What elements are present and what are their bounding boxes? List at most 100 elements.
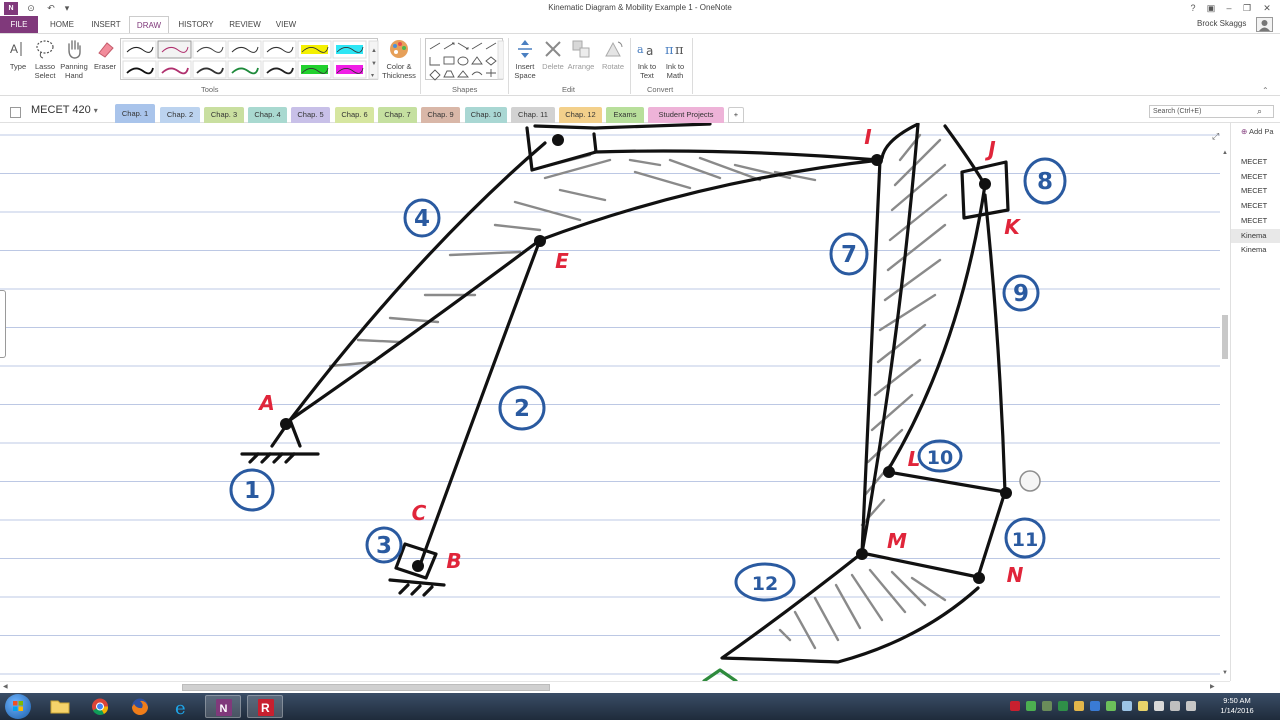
- search-input[interactable]: Search (Ctrl+E): [1149, 105, 1274, 118]
- section-tab[interactable]: Chap. 10: [465, 107, 507, 123]
- page-list-item[interactable]: MECET: [1231, 155, 1280, 169]
- user-name[interactable]: Brock Skaggs: [1197, 19, 1246, 28]
- section-tab[interactable]: Student Projects: [648, 107, 724, 123]
- type-button[interactable]: A Type: [3, 38, 33, 71]
- taskbar-onenote[interactable]: N: [205, 695, 241, 718]
- search-icon[interactable]: ⌕: [1257, 106, 1262, 117]
- section-tab[interactable]: Chap. 4: [248, 107, 287, 123]
- taskbar-chrome[interactable]: [82, 695, 118, 718]
- tab-draw[interactable]: DRAW: [129, 16, 169, 33]
- add-page-button[interactable]: ⊕ Add Pa: [1231, 127, 1280, 141]
- tab-home[interactable]: HOME: [44, 16, 80, 33]
- tray-app-icon[interactable]: [1042, 701, 1052, 711]
- ink-to-math-button[interactable]: ππ Ink to Math: [660, 38, 690, 80]
- lasso-label: Lasso Select: [34, 62, 56, 80]
- scroll-right-icon[interactable]: ▶: [1210, 683, 1215, 690]
- page-list-item[interactable]: MECET: [1231, 214, 1280, 228]
- arrange-button[interactable]: Arrange: [566, 38, 596, 71]
- section-tab[interactable]: Chap. 9: [421, 107, 460, 123]
- notebook-name[interactable]: MECET 420 ▾: [31, 104, 98, 116]
- tray-app-icon[interactable]: [1058, 701, 1068, 711]
- tab-history[interactable]: HISTORY: [174, 16, 218, 33]
- page-list-item[interactable]: Kinema: [1231, 228, 1280, 243]
- rotate-button[interactable]: Rotate: [598, 38, 628, 71]
- tab-insert[interactable]: INSERT: [86, 16, 126, 33]
- close-icon[interactable]: ✕: [1260, 1, 1274, 15]
- tray-app-icon[interactable]: [1122, 701, 1132, 711]
- insert-space-icon: [518, 40, 532, 58]
- scroll-up-icon[interactable]: ▲: [1222, 150, 1228, 156]
- ink-to-text-button[interactable]: aa Ink to Text: [632, 38, 662, 80]
- avatar[interactable]: [1256, 17, 1273, 32]
- pen-cursor-icon: [1019, 470, 1041, 492]
- tray-app-icon[interactable]: [1074, 701, 1084, 711]
- insert-space-button[interactable]: Insert Space: [510, 38, 540, 80]
- horizontal-scroll-thumb[interactable]: [182, 684, 550, 691]
- collapse-ribbon-icon[interactable]: ⌃: [1262, 86, 1269, 95]
- vertical-scroll-thumb[interactable]: [1222, 315, 1228, 359]
- page-list-item[interactable]: MECET: [1231, 170, 1280, 184]
- tray-recorder-icon[interactable]: [1010, 701, 1020, 711]
- tray-app-icon[interactable]: [1090, 701, 1100, 711]
- minimize-icon[interactable]: –: [1222, 1, 1236, 15]
- taskbar: e N R 9:50 AM 1/14/2016: [0, 693, 1280, 720]
- ink-to-text-icon: aa: [637, 43, 653, 58]
- taskbar-firefox[interactable]: [122, 695, 158, 718]
- collapse-navigation-handle[interactable]: [0, 290, 6, 358]
- panning-hand-button[interactable]: Panning Hand: [59, 38, 89, 80]
- tab-view[interactable]: VIEW: [270, 16, 302, 33]
- expand-page-icon[interactable]: ⤢: [1212, 131, 1219, 142]
- clock[interactable]: 9:50 AM 1/14/2016: [1212, 696, 1262, 716]
- section-tab[interactable]: Chap. 3: [204, 107, 244, 123]
- start-button[interactable]: [5, 694, 31, 719]
- tray-network-icon[interactable]: [1170, 701, 1180, 711]
- onenote-taskbar-icon: N: [216, 699, 232, 716]
- section-tab[interactable]: Chap. 5: [291, 107, 330, 123]
- maximize-icon[interactable]: ❐: [1240, 1, 1254, 15]
- delete-button[interactable]: Delete: [538, 38, 568, 71]
- eraser-label: Eraser: [93, 62, 117, 71]
- tray-app-icon[interactable]: [1106, 701, 1116, 711]
- shapes-gallery: [425, 38, 505, 81]
- joint-label-m: M: [887, 529, 907, 553]
- svg-text:▾: ▾: [371, 73, 374, 79]
- section-tab[interactable]: Chap. 11: [511, 107, 555, 123]
- svg-text:π: π: [675, 43, 684, 58]
- tray-app-icon[interactable]: [1138, 701, 1148, 711]
- taskbar-file-explorer[interactable]: [42, 695, 78, 718]
- tab-file[interactable]: FILE: [0, 16, 38, 33]
- ribbon-display-icon[interactable]: ▣: [1204, 1, 1218, 15]
- section-tab[interactable]: Chap. 2: [160, 107, 200, 123]
- page-list-item[interactable]: Kinema: [1231, 243, 1280, 257]
- link-number-8: 8: [1023, 157, 1067, 205]
- tray-app-icon[interactable]: [1026, 701, 1036, 711]
- page-canvas[interactable]: IJKEACBLMN 1 2 3 4 7 8 9 10 11 12 ⤢: [0, 123, 1220, 681]
- panning-hand-label: Panning Hand: [60, 62, 88, 80]
- section-tab[interactable]: Chap. 1: [115, 104, 155, 123]
- link-number-text: 4: [414, 206, 430, 232]
- tray-flag-icon[interactable]: [1154, 701, 1164, 711]
- taskbar-recorder[interactable]: R: [247, 695, 283, 718]
- color-thickness-button[interactable]: Color & Thickness: [381, 38, 417, 80]
- eraser-button[interactable]: Eraser: [90, 38, 120, 71]
- folder-icon: [50, 700, 70, 714]
- vertical-scrollbar[interactable]: ▲ ▼: [1220, 148, 1230, 681]
- horizontal-scrollbar[interactable]: ◀ ▶: [0, 681, 1230, 693]
- chrome-icon: [92, 698, 109, 715]
- page-list-item[interactable]: MECET: [1231, 199, 1280, 213]
- palette-icon: [390, 40, 408, 58]
- section-tab[interactable]: Chap. 7: [378, 107, 417, 123]
- tab-review[interactable]: REVIEW: [226, 16, 264, 33]
- help-icon[interactable]: ?: [1186, 1, 1200, 15]
- section-tab[interactable]: Exams: [606, 107, 644, 123]
- section-tab[interactable]: +: [728, 107, 744, 123]
- section-tab[interactable]: Chap. 6: [335, 107, 374, 123]
- edit-group-label: Edit: [562, 85, 575, 94]
- taskbar-internet-explorer[interactable]: e: [164, 695, 200, 719]
- scroll-left-icon[interactable]: ◀: [3, 683, 8, 690]
- section-tab[interactable]: Chap. 12: [559, 107, 602, 123]
- page-list-item[interactable]: MECET: [1231, 184, 1280, 198]
- scroll-down-icon[interactable]: ▼: [1222, 670, 1228, 676]
- lasso-select-button[interactable]: Lasso Select: [30, 38, 60, 80]
- tray-volume-icon[interactable]: [1186, 701, 1196, 711]
